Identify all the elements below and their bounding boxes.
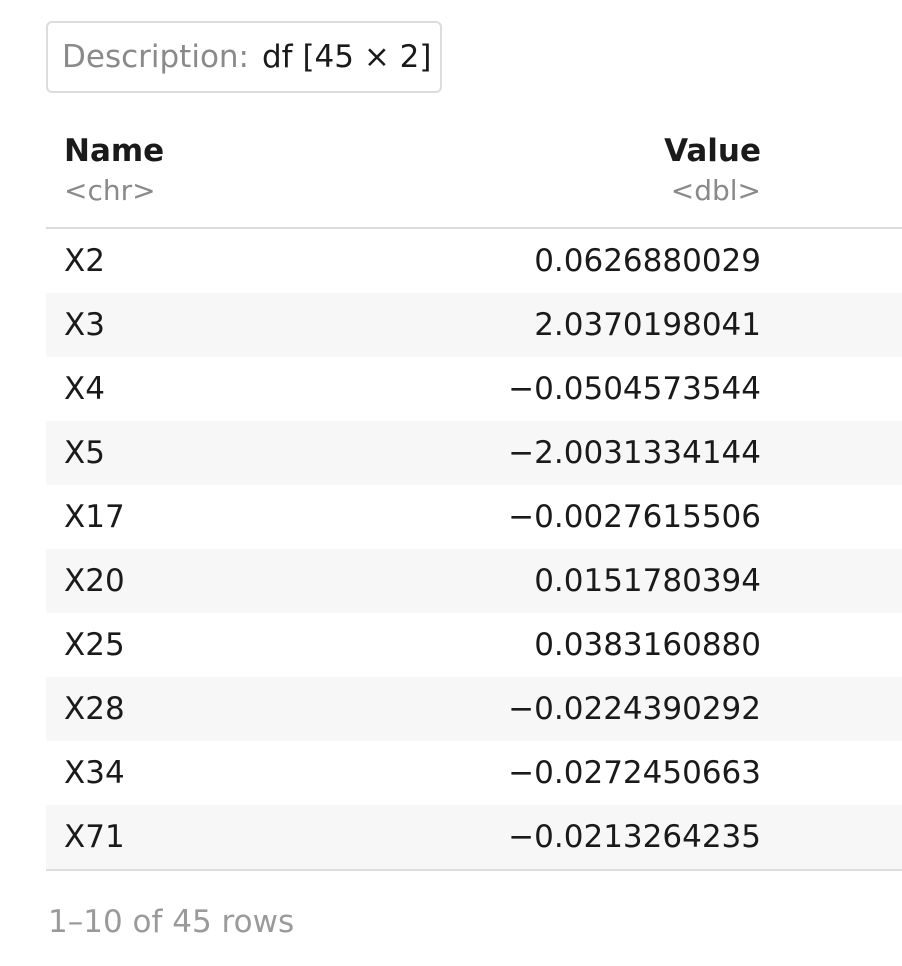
pagination-info: 1–10 of 45 rows: [48, 904, 295, 940]
row-name: X25: [64, 627, 125, 663]
row-name: X3: [64, 307, 105, 343]
table-row: X4 −0.0504573544: [46, 357, 902, 421]
row-value: −0.0027615506: [508, 499, 761, 535]
table-row: X28 −0.0224390292: [46, 677, 902, 741]
data-table: Name <chr> Value <dbl> X2 0.0626880029 X…: [46, 129, 902, 871]
column-type-value: <dbl>: [670, 174, 761, 207]
column-header-value[interactable]: Value <dbl>: [461, 129, 761, 209]
row-name: X4: [64, 371, 105, 407]
description-label: Description:: [62, 39, 249, 75]
row-value: 2.0370198041: [534, 307, 761, 343]
table-bottom-divider: [46, 869, 902, 871]
table-row: X5 −2.0031334144: [46, 421, 902, 485]
row-value: −0.0272450663: [508, 755, 761, 791]
table-row: X2 0.0626880029: [46, 229, 902, 293]
row-value: 0.0151780394: [534, 563, 761, 599]
table-header: Name <chr> Value <dbl>: [46, 129, 902, 229]
column-title-name: Name: [64, 133, 165, 169]
row-value: −0.0504573544: [508, 371, 761, 407]
description-value: df [45 × 2]: [262, 39, 432, 75]
column-type-name: <chr>: [64, 174, 156, 207]
table-row: X3 2.0370198041: [46, 293, 902, 357]
row-name: X71: [64, 819, 125, 855]
row-name: X28: [64, 691, 125, 727]
row-value: −0.0224390292: [508, 691, 761, 727]
column-title-value: Value: [664, 133, 761, 169]
description-box: Description: df [45 × 2]: [46, 21, 442, 93]
row-value: 0.0626880029: [534, 243, 761, 279]
row-name: X5: [64, 435, 105, 471]
row-value: −2.0031334144: [508, 435, 761, 471]
table-row: X25 0.0383160880: [46, 613, 902, 677]
table-row: X20 0.0151780394: [46, 549, 902, 613]
table-row: X34 −0.0272450663: [46, 741, 902, 805]
row-value: −0.0213264235: [508, 819, 761, 855]
table-row: X17 −0.0027615506: [46, 485, 902, 549]
table-row: X71 −0.0213264235: [46, 805, 902, 869]
row-name: X17: [64, 499, 125, 535]
row-name: X20: [64, 563, 125, 599]
row-value: 0.0383160880: [534, 627, 761, 663]
row-name: X34: [64, 755, 125, 791]
column-header-name[interactable]: Name <chr>: [64, 129, 164, 209]
row-name: X2: [64, 243, 105, 279]
